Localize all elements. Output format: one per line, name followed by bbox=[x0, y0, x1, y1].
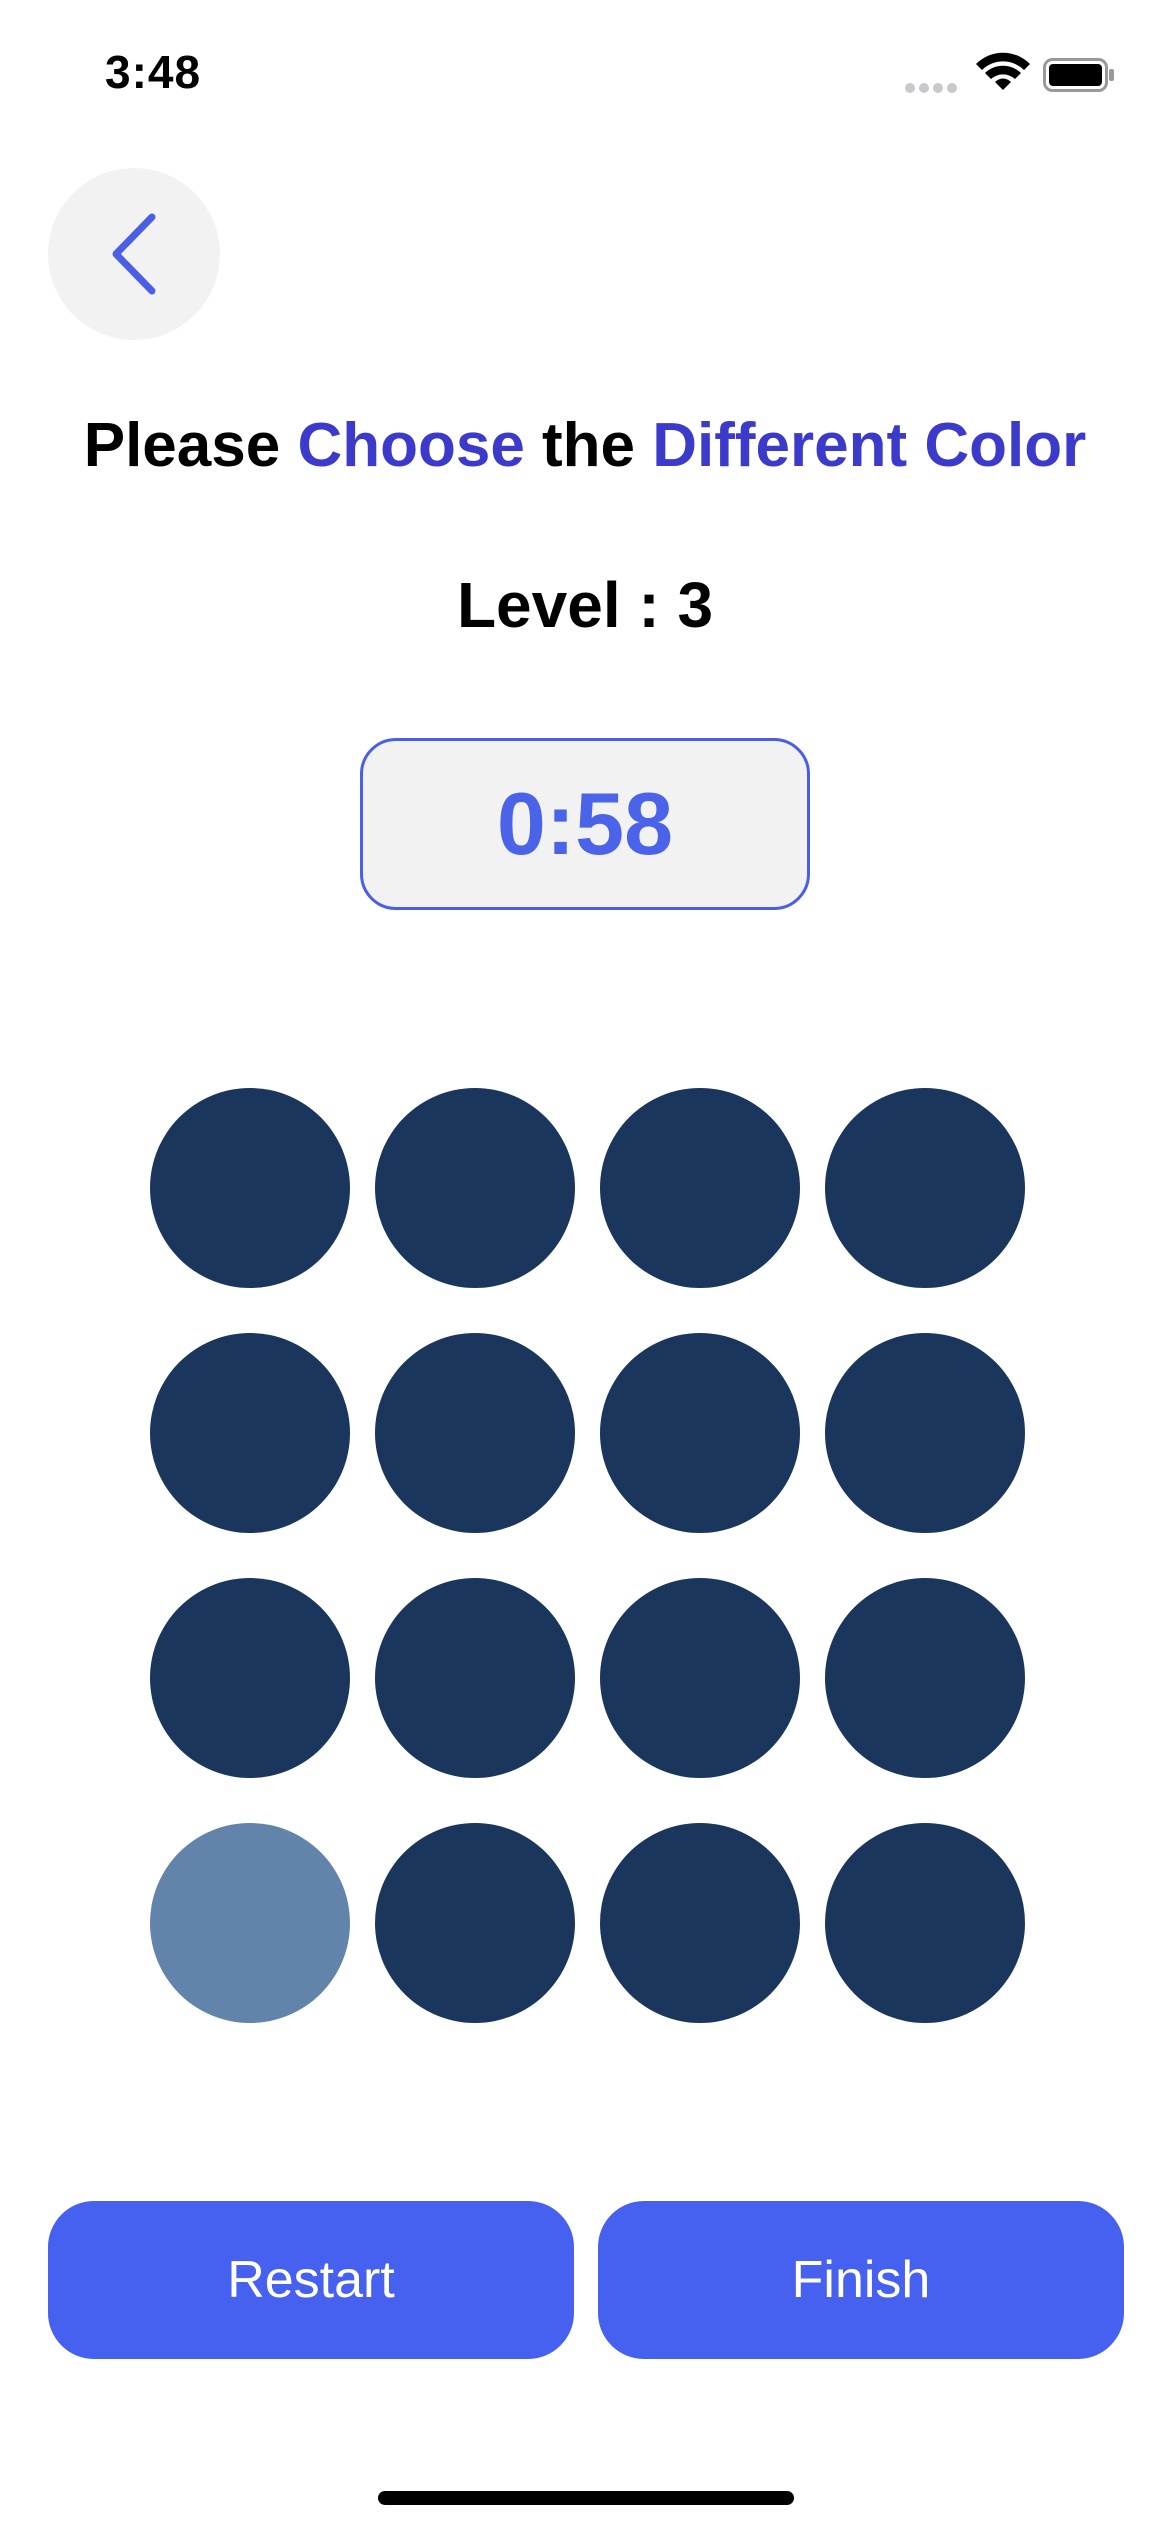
chevron-left-icon bbox=[112, 213, 156, 295]
color-circle[interactable] bbox=[825, 1333, 1025, 1533]
color-circle[interactable] bbox=[150, 1333, 350, 1533]
color-circle[interactable] bbox=[600, 1823, 800, 2023]
color-circle-odd[interactable] bbox=[150, 1823, 350, 2023]
color-circle[interactable] bbox=[600, 1578, 800, 1778]
wifi-icon bbox=[976, 52, 1030, 90]
timer-value: 0:58 bbox=[496, 774, 674, 873]
home-indicator bbox=[378, 2491, 794, 2505]
color-circle[interactable] bbox=[600, 1088, 800, 1288]
color-circle[interactable] bbox=[825, 1578, 1025, 1778]
title-part-different-color: Different Color bbox=[652, 411, 1087, 480]
title-part-choose: Choose bbox=[297, 411, 525, 480]
color-circle[interactable] bbox=[375, 1333, 575, 1533]
title-part-please: Please bbox=[83, 411, 298, 480]
restart-button[interactable]: Restart bbox=[48, 2201, 574, 2359]
color-circle[interactable] bbox=[600, 1333, 800, 1533]
page-title: Please Choose the Different Color bbox=[0, 410, 1170, 481]
battery-icon bbox=[1043, 58, 1114, 92]
color-circle[interactable] bbox=[150, 1088, 350, 1288]
status-bar: 3:48 bbox=[0, 0, 1170, 150]
back-button[interactable] bbox=[48, 168, 220, 340]
color-circle[interactable] bbox=[375, 1578, 575, 1778]
title-part-the: the bbox=[524, 411, 653, 480]
timer-box: 0:58 bbox=[360, 738, 810, 910]
finish-button[interactable]: Finish bbox=[598, 2201, 1124, 2359]
color-circle[interactable] bbox=[825, 1823, 1025, 2023]
status-time: 3:48 bbox=[105, 46, 202, 98]
color-circle[interactable] bbox=[150, 1578, 350, 1778]
color-circle[interactable] bbox=[375, 1088, 575, 1288]
color-circle[interactable] bbox=[825, 1088, 1025, 1288]
color-circle-grid bbox=[150, 1088, 1026, 2023]
color-circle[interactable] bbox=[375, 1823, 575, 2023]
level-label: Level : 3 bbox=[456, 569, 714, 641]
cellular-signal-icon bbox=[905, 80, 963, 93]
